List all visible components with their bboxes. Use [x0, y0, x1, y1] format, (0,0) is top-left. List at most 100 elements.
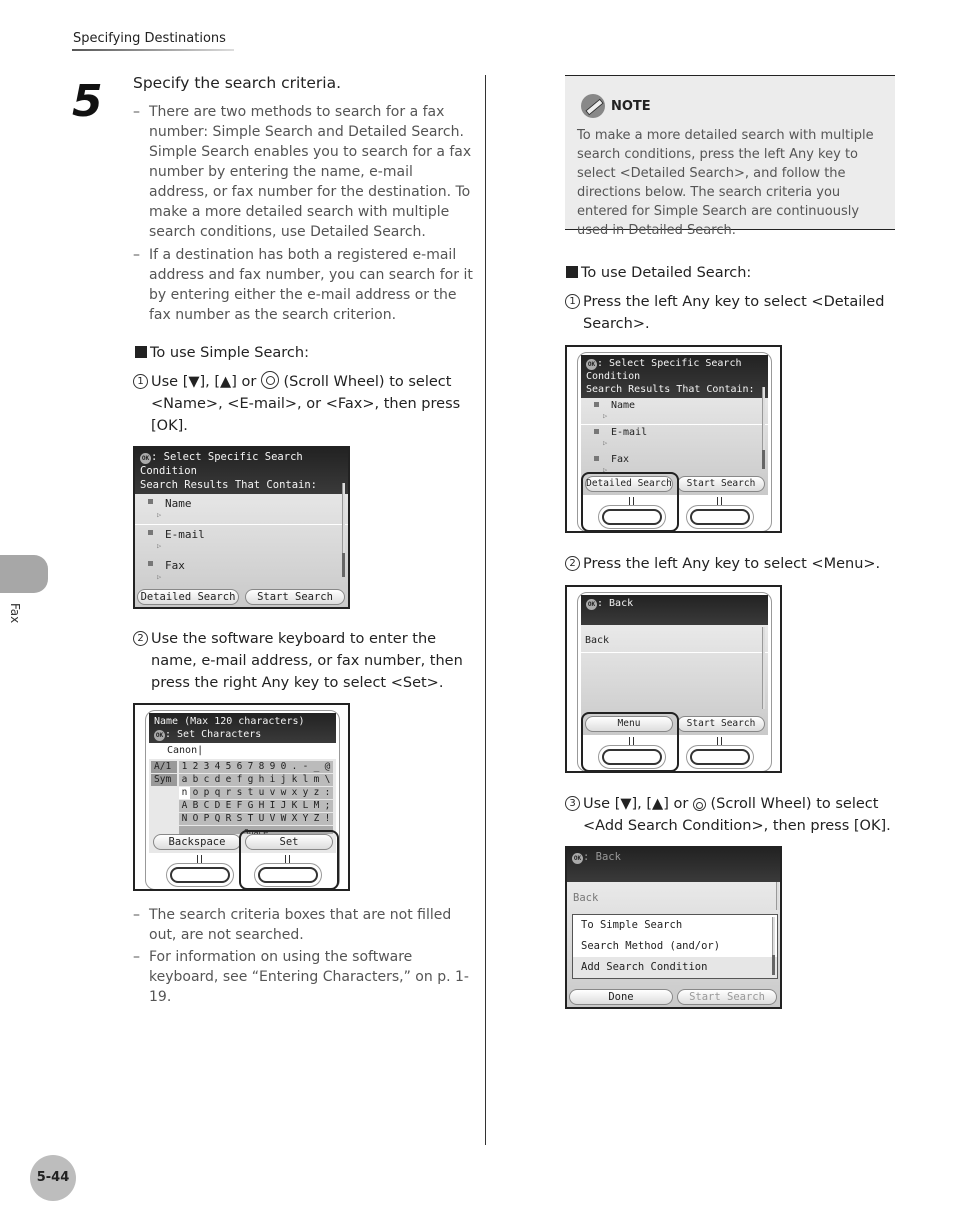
menu-item-add-search-condition[interactable]: Add Search Condition — [573, 957, 777, 978]
keyboard-key[interactable]: P — [201, 813, 212, 825]
keyboard-key[interactable]: C — [201, 800, 212, 812]
keyboard-key[interactable]: K — [289, 800, 300, 812]
scrollbar[interactable] — [762, 627, 765, 709]
condition-item-fax[interactable]: Fax ▷ — [135, 556, 348, 587]
keyboard-key[interactable]: e — [223, 774, 234, 786]
keyboard-key[interactable]: t — [245, 787, 256, 799]
keyboard-key[interactable]: 5 — [223, 761, 234, 773]
keyboard-key[interactable]: h — [256, 774, 267, 786]
condition-item-email[interactable]: E-mail ▷ — [581, 425, 768, 452]
keyboard-key[interactable]: o — [190, 787, 201, 799]
text-input[interactable]: Canon| — [149, 743, 336, 759]
start-search-button[interactable]: Start Search — [677, 989, 777, 1005]
keyboard-key[interactable]: . — [289, 761, 300, 773]
step-number: 5 — [72, 76, 103, 127]
keyboard-key[interactable]: Q — [212, 813, 223, 825]
keyboard-key[interactable]: 2 — [190, 761, 201, 773]
keyboard-key[interactable]: V — [267, 813, 278, 825]
keyboard-key[interactable]: m — [311, 774, 322, 786]
keyboard-key[interactable]: O — [190, 813, 201, 825]
scrollbar-thumb[interactable] — [342, 553, 345, 577]
start-search-button[interactable]: Start Search — [245, 589, 345, 605]
keyboard-key[interactable]: _ — [311, 761, 322, 773]
keyboard-key[interactable]: 4 — [212, 761, 223, 773]
keyboard-key[interactable]: L — [300, 800, 311, 812]
keyboard-key[interactable]: j — [278, 774, 289, 786]
keyboard-key[interactable]: x — [289, 787, 300, 799]
keyboard-key[interactable]: 9 — [267, 761, 278, 773]
keyboard-key[interactable]: s — [234, 787, 245, 799]
keyboard-key[interactable]: H — [256, 800, 267, 812]
condition-item-name[interactable]: Name ▷ — [135, 494, 348, 525]
keyboard-key[interactable]: - — [300, 761, 311, 773]
keyboard-key[interactable]: : — [322, 787, 333, 799]
keyboard-key[interactable]: l — [300, 774, 311, 786]
keyboard-key[interactable]: 8 — [256, 761, 267, 773]
menu-item-simple-search[interactable]: To Simple Search — [573, 915, 777, 936]
keyboard-key[interactable]: U — [256, 813, 267, 825]
start-search-button[interactable]: Start Search — [677, 716, 765, 732]
keyboard-key[interactable]: \ — [322, 774, 333, 786]
right-any-key[interactable] — [690, 509, 750, 525]
keyboard-key[interactable]: X — [289, 813, 300, 825]
keyboard-key[interactable]: ! — [322, 813, 333, 825]
keyboard-key[interactable]: p — [201, 787, 212, 799]
keyboard-key[interactable]: g — [245, 774, 256, 786]
keyboard-key[interactable]: 6 — [234, 761, 245, 773]
keyboard-key[interactable]: @ — [322, 761, 333, 773]
keyboard-key[interactable]: k — [289, 774, 300, 786]
keyboard-key[interactable]: c — [201, 774, 212, 786]
keyboard-key[interactable]: n — [179, 787, 190, 799]
mode-a1-button[interactable]: A/1 — [151, 761, 177, 773]
keyboard-key[interactable]: Y — [300, 813, 311, 825]
back-item[interactable]: Back — [581, 625, 768, 653]
keyboard-key[interactable]: N — [179, 813, 190, 825]
keyboard-key[interactable]: Z — [311, 813, 322, 825]
start-search-button[interactable]: Start Search — [677, 476, 765, 492]
keyboard-key[interactable]: w — [278, 787, 289, 799]
keyboard-key[interactable]: W — [278, 813, 289, 825]
done-button[interactable]: Done — [569, 989, 673, 1005]
keyboard-key[interactable]: M — [311, 800, 322, 812]
keyboard-key[interactable]: S — [234, 813, 245, 825]
screen-add-condition: OK: Back Back To Simple Search Search Me… — [565, 846, 782, 1009]
keyboard-key[interactable]: 1 — [179, 761, 190, 773]
keyboard-key[interactable]: E — [223, 800, 234, 812]
keyboard-key[interactable]: v — [267, 787, 278, 799]
keyboard-key[interactable]: J — [278, 800, 289, 812]
condition-item-name[interactable]: Name ▷ — [581, 398, 768, 425]
keyboard-key[interactable]: I — [267, 800, 278, 812]
menu-item-search-method[interactable]: Search Method (and/or) — [573, 936, 777, 957]
keyboard-key[interactable]: a — [179, 774, 190, 786]
keyboard-key[interactable]: 3 — [201, 761, 212, 773]
keyboard-key[interactable]: 0 — [278, 761, 289, 773]
keyboard-key[interactable]: F — [234, 800, 245, 812]
keyboard-key[interactable]: ; — [322, 800, 333, 812]
keyboard-key[interactable]: y — [300, 787, 311, 799]
right-any-key[interactable] — [690, 749, 750, 765]
keyboard-key[interactable]: f — [234, 774, 245, 786]
keyboard-key[interactable]: r — [223, 787, 234, 799]
left-any-key[interactable] — [170, 867, 230, 883]
mode-sym-button[interactable]: Sym — [151, 774, 177, 786]
keyboard-key[interactable]: T — [245, 813, 256, 825]
detailed-search-button[interactable]: Detailed Search — [137, 589, 239, 605]
keyboard-key[interactable]: z — [311, 787, 322, 799]
keyboard-key[interactable]: b — [190, 774, 201, 786]
keyboard-key[interactable]: G — [245, 800, 256, 812]
condition-item-email[interactable]: E-mail ▷ — [135, 525, 348, 556]
keyboard-key[interactable]: i — [267, 774, 278, 786]
highlight-frame — [239, 830, 339, 889]
scrollbar-thumb[interactable] — [762, 450, 765, 469]
back-item[interactable]: Back — [567, 882, 780, 913]
keyboard-key[interactable]: R — [223, 813, 234, 825]
keyboard-key[interactable]: A — [179, 800, 190, 812]
keyboard-key[interactable]: q — [212, 787, 223, 799]
scrollbar-thumb[interactable] — [772, 955, 775, 975]
backspace-button[interactable]: Backspace — [153, 834, 241, 850]
keyboard-key[interactable]: u — [256, 787, 267, 799]
keyboard-key[interactable]: d — [212, 774, 223, 786]
keyboard-key[interactable]: B — [190, 800, 201, 812]
keyboard-key[interactable]: 7 — [245, 761, 256, 773]
keyboard-key[interactable]: D — [212, 800, 223, 812]
